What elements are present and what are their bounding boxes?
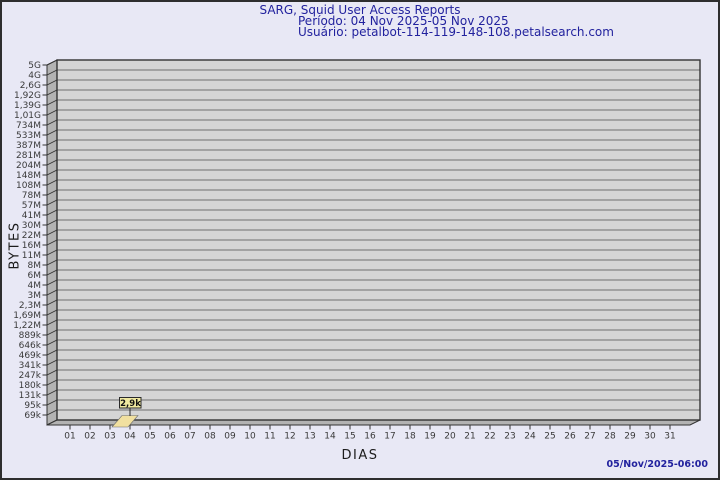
x-axis-tick-label: 05: [144, 432, 155, 442]
y-axis-tick-label: 281M: [16, 151, 41, 161]
sarg-report-frame: 5G4G2,6G1,92G1,39G1,01G734M533M387M281M2…: [0, 0, 720, 480]
y-axis-tick-label: 30M: [22, 221, 41, 231]
y-axis-tick-label: 6M: [28, 271, 42, 281]
y-axis-tick-label: 95k: [24, 401, 41, 411]
x-axis-tick-label: 25: [544, 432, 555, 442]
x-axis-tick-label: 17: [384, 432, 395, 442]
x-axis-tick-label: 26: [564, 432, 576, 442]
y-axis-tick-label: 1,01G: [14, 111, 41, 121]
x-axis-tick-label: 31: [664, 432, 675, 442]
report-user: Usuário: petalbot-114-119-148-108.petals…: [298, 27, 614, 38]
y-axis-tick-label: 889k: [19, 331, 42, 341]
y-axis-tick-label: 1,92G: [14, 91, 41, 101]
x-axis-tick-label: 16: [364, 432, 376, 442]
y-axis-tick-label: 69k: [24, 411, 41, 421]
bar-value-annotation-label: 2,9k: [120, 399, 141, 409]
x-axis-tick-label: 20: [444, 432, 456, 442]
y-axis-tick-label: 1,69M: [13, 311, 41, 321]
y-axis-tick-label: 108M: [16, 181, 41, 191]
x-axis-tick-label: 06: [164, 432, 176, 442]
y-axis-tick-label: 533M: [16, 131, 41, 141]
x-axis-tick-label: 14: [324, 432, 336, 442]
x-axis-tick-label: 08: [204, 432, 216, 442]
y-axis-tick-label: 22M: [22, 231, 41, 241]
x-axis-tick-label: 21: [464, 432, 475, 442]
x-axis-tick-label: 07: [184, 432, 195, 442]
x-axis-tick-label: 13: [304, 432, 315, 442]
x-axis-tick-label: 19: [424, 432, 436, 442]
x-axis-tick-label: 10: [244, 432, 256, 442]
y-axis-tick-label: 646k: [19, 341, 42, 351]
y-axis-tick-label: 2,6G: [20, 81, 41, 91]
y-axis-tick-label: 131k: [19, 391, 42, 401]
x-axis-tick-label: 22: [484, 432, 495, 442]
y-axis-tick-label: 1,39G: [14, 101, 41, 111]
report-generated-datetime: 05/Nov/2025-06:00: [607, 459, 708, 470]
y-axis-tick-label: 11M: [22, 251, 41, 261]
x-axis-tick-label: 02: [84, 432, 95, 442]
y-axis-tick-label: 4M: [28, 281, 42, 291]
x-axis-tick-label: 29: [624, 432, 636, 442]
x-axis-tick-label: 11: [264, 432, 275, 442]
y-axis-tick-label: 387M: [16, 141, 41, 151]
y-axis-tick-label: 8M: [28, 261, 42, 271]
y-axis-tick-label: 3M: [28, 291, 42, 301]
x-axis-tick-label: 28: [604, 432, 616, 442]
y-axis-tick-label: 734M: [16, 121, 41, 131]
y-axis-title: BYTES: [8, 201, 23, 291]
x-axis-tick-label: 23: [504, 432, 515, 442]
y-axis-tick-label: 5G: [28, 61, 41, 71]
y-axis-tick-label: 2,3M: [19, 301, 41, 311]
y-axis-tick-label: 469k: [19, 351, 42, 361]
y-axis-tick-label: 341k: [19, 361, 42, 371]
y-axis-tick-label: 16M: [22, 241, 41, 251]
x-axis-tick-label: 24: [524, 432, 536, 442]
x-axis-tick-label: 03: [104, 432, 115, 442]
y-axis-tick-label: 1,22M: [13, 321, 41, 331]
x-axis-tick-label: 04: [124, 432, 136, 442]
y-axis-tick-label: 148M: [16, 171, 41, 181]
x-axis-tick-label: 01: [64, 432, 75, 442]
y-axis-tick-label: 41M: [22, 211, 41, 221]
x-axis-tick-label: 27: [584, 432, 595, 442]
x-axis-tick-label: 09: [224, 432, 236, 442]
x-axis-tick-label: 30: [644, 432, 656, 442]
y-axis-tick-label: 4G: [28, 71, 41, 81]
x-axis-tick-label: 12: [284, 432, 295, 442]
x-axis-tick-label: 15: [344, 432, 355, 442]
y-axis-tick-label: 78M: [22, 191, 41, 201]
bar-chart-canvas: 5G4G2,6G1,92G1,39G1,01G734M533M387M281M2…: [0, 0, 720, 480]
floor-3d: [47, 420, 700, 425]
x-axis-tick-label: 18: [404, 432, 416, 442]
y-axis-tick-label: 180k: [19, 381, 42, 391]
y-axis-tick-label: 247k: [19, 371, 42, 381]
y-axis-tick-label: 57M: [22, 201, 41, 211]
y-axis-tick-label: 204M: [16, 161, 41, 171]
